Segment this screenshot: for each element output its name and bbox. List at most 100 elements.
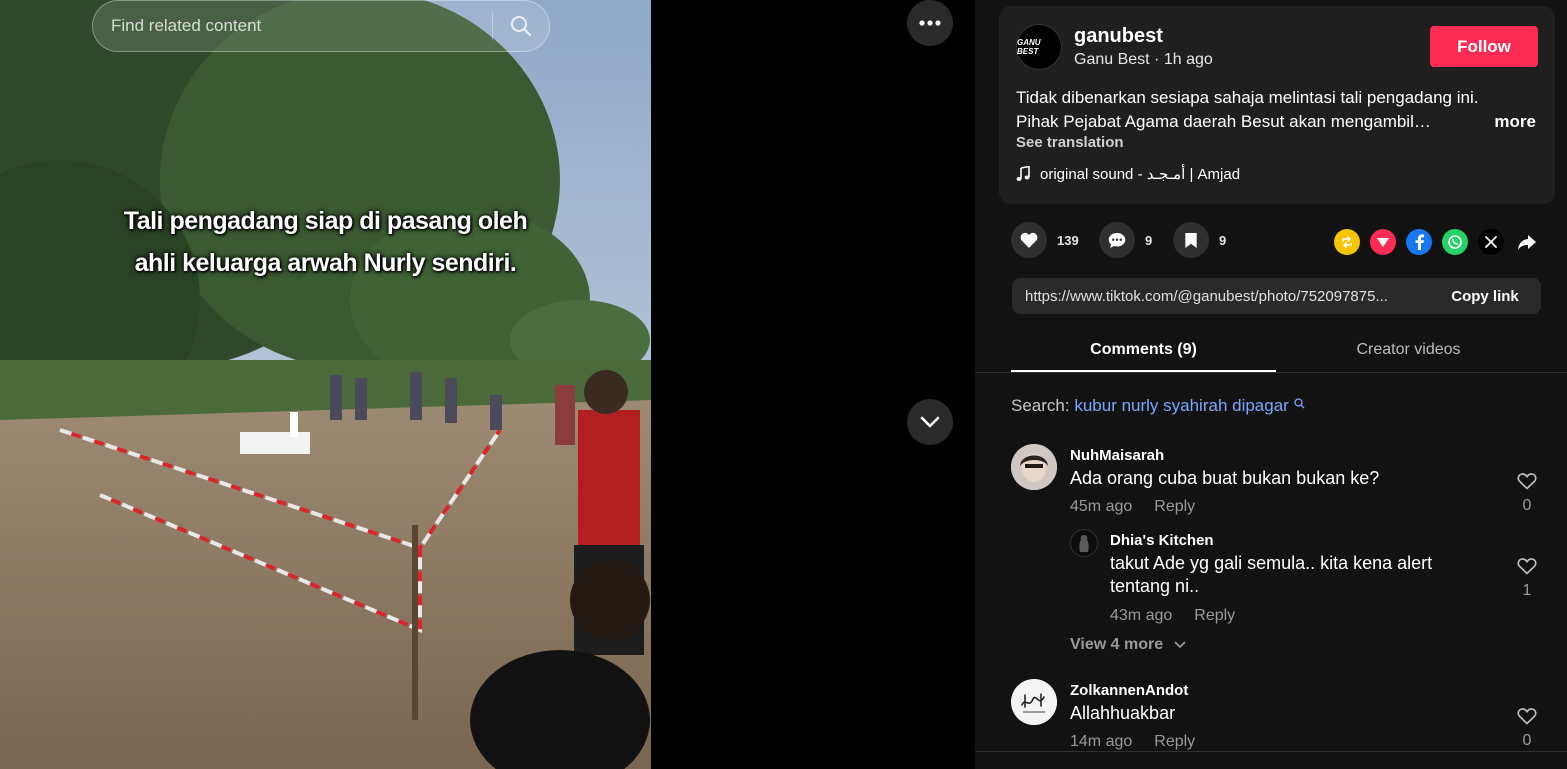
view-more-label: View 4 more <box>1070 636 1164 653</box>
ellipsis-icon <box>919 20 941 26</box>
save-button[interactable] <box>1173 222 1209 258</box>
heart-outline-icon <box>1517 473 1537 490</box>
panel-tabs: Comments (9) Creator videos <box>1011 330 1541 372</box>
author-avatar[interactable]: GANU BEST <box>1016 24 1062 70</box>
save-action[interactable]: 9 <box>1173 222 1226 258</box>
follow-button[interactable]: Follow <box>1430 26 1538 67</box>
search-icon <box>511 16 532 37</box>
sound-name: original sound - أمـجـد | Amjad <box>1040 166 1241 183</box>
copy-link-button[interactable]: Copy link <box>1429 278 1541 314</box>
comment-meta: 14m ago Reply <box>1070 733 1195 751</box>
search-suggestion-prefix: Search: <box>1011 396 1070 415</box>
comment-count: 9 <box>1145 232 1153 248</box>
photo-caption: Tali pengadang siap di pasang oleh ahli … <box>0 200 651 284</box>
share-arrow-icon <box>1518 234 1536 250</box>
comment-like[interactable]: 1 <box>1515 557 1539 600</box>
sound-link[interactable]: original sound - أمـجـد | Amjad <box>1016 165 1240 183</box>
comment-like[interactable]: 0 <box>1515 707 1539 750</box>
repost-icon <box>1342 236 1352 248</box>
description-line-1: Tidak dibenarkan sesiapa sahaja melintas… <box>1016 88 1479 107</box>
search-suggestion-query[interactable]: kubur nurly syahirah dipagar <box>1074 396 1289 415</box>
send-button[interactable] <box>1370 229 1396 255</box>
comment-text-line-1: takut Ade yg gali semula.. kita kena ale… <box>1110 553 1433 573</box>
like-count: 139 <box>1057 232 1079 248</box>
related-content-search[interactable]: Find related content <box>92 0 550 52</box>
like-action[interactable]: 139 <box>1011 222 1079 258</box>
post-info-card: GANU BEST ganubest Ganu Best · 1h ago Fo… <box>999 6 1555 204</box>
comment-bubble-icon <box>1108 232 1126 248</box>
details-panel: GANU BEST ganubest Ganu Best · 1h ago Fo… <box>975 0 1567 769</box>
bookmark-icon <box>1185 232 1197 248</box>
comment-like-count: 1 <box>1522 582 1532 599</box>
whatsapp-share-button[interactable] <box>1442 229 1468 255</box>
search-button[interactable] <box>493 1 549 51</box>
comment-input-divider <box>975 751 1567 752</box>
comment-text: Ada orang cuba buat bukan bukan ke? <box>1070 468 1380 488</box>
commenter-username[interactable]: ZolkannenAndot <box>1070 682 1188 699</box>
comment-like-count: 0 <box>1522 497 1532 514</box>
post-url[interactable]: https://www.tiktok.com/@ganubest/photo/7… <box>1012 288 1429 305</box>
repost-button[interactable] <box>1334 229 1360 255</box>
chevron-down-icon <box>920 416 940 428</box>
search-input[interactable]: Find related content <box>93 16 492 36</box>
send-icon <box>1377 238 1389 247</box>
post-photo[interactable]: Tali pengadang siap di pasang oleh ahli … <box>0 0 651 769</box>
next-post-button[interactable] <box>907 399 953 445</box>
photo-caption-line-2: ahli keluarga arwah Nurly sendiri. <box>134 249 517 277</box>
search-icon <box>1293 398 1305 409</box>
photo-scene <box>0 0 651 769</box>
author-subline: Ganu Best · 1h ago <box>1074 51 1213 68</box>
view-more-replies[interactable]: View 4 more <box>1070 636 1186 654</box>
comment-time: 43m ago <box>1110 607 1173 624</box>
author-username[interactable]: ganubest <box>1074 25 1163 48</box>
comment-button[interactable] <box>1099 222 1135 258</box>
reply-button[interactable]: Reply <box>1194 607 1235 624</box>
media-viewer: Tali pengadang siap di pasang oleh ahli … <box>0 0 975 769</box>
heart-icon <box>1020 232 1038 248</box>
comment-text: Allahhuakbar <box>1070 703 1176 723</box>
comment-action[interactable]: 9 <box>1099 222 1152 258</box>
tiktok-photo-page: Tali pengadang siap di pasang oleh ahli … <box>0 0 1567 769</box>
reply-button[interactable]: Reply <box>1154 733 1195 750</box>
whatsapp-icon <box>1448 235 1462 249</box>
post-description: Tidak dibenarkan sesiapa sahaja melintas… <box>1016 86 1536 134</box>
commenter-avatar[interactable] <box>1070 529 1098 557</box>
comment-like[interactable]: 0 <box>1515 472 1539 515</box>
more-options-button[interactable] <box>907 0 953 46</box>
tab-comments[interactable]: Comments (9) <box>1011 330 1276 372</box>
facebook-icon <box>1415 234 1424 250</box>
comment-meta: 45m ago Reply <box>1070 498 1195 516</box>
commenter-username[interactable]: NuhMaisarah <box>1070 447 1164 464</box>
search-suggestion[interactable]: Search: kubur nurly syahirah dipagar <box>1011 396 1305 416</box>
commenter-avatar[interactable] <box>1011 679 1057 725</box>
commenter-username[interactable]: Dhia's Kitchen <box>1110 532 1214 549</box>
description-line-2: Pihak Pejabat Agama daerah Besut akan me… <box>1016 112 1431 131</box>
share-button[interactable] <box>1514 229 1540 255</box>
save-count: 9 <box>1219 232 1227 248</box>
tab-creator-videos[interactable]: Creator videos <box>1276 330 1541 372</box>
x-share-button[interactable] <box>1478 229 1504 255</box>
comment-time: 14m ago <box>1070 733 1133 750</box>
action-bar: 139 9 9 <box>1011 222 1541 260</box>
calligraphy-logo-icon <box>1011 679 1057 725</box>
comment-text: takut Ade yg gali semula.. kita kena ale… <box>1110 552 1490 598</box>
photo-caption-line-1: Tali pengadang siap di pasang oleh <box>123 207 528 235</box>
heart-outline-icon <box>1517 558 1537 575</box>
comment-like-count: 0 <box>1522 732 1532 749</box>
reply-button[interactable]: Reply <box>1154 498 1195 515</box>
chevron-down-icon <box>1174 641 1185 649</box>
avatar-photo <box>1011 444 1057 490</box>
see-translation-link[interactable]: See translation <box>1016 134 1124 151</box>
tabs-divider <box>975 372 1567 373</box>
description-more-link[interactable]: more <box>1494 110 1536 134</box>
facebook-share-button[interactable] <box>1406 229 1432 255</box>
description-line-2-row: Pihak Pejabat Agama daerah Besut akan me… <box>1016 110 1536 134</box>
heart-outline-icon <box>1517 708 1537 725</box>
music-note-icon <box>1016 166 1030 181</box>
comment-time: 45m ago <box>1070 498 1133 515</box>
comment-meta: 43m ago Reply <box>1110 607 1235 625</box>
commenter-avatar[interactable] <box>1011 444 1057 490</box>
post-link-row: https://www.tiktok.com/@ganubest/photo/7… <box>1012 278 1541 314</box>
like-button[interactable] <box>1011 222 1047 258</box>
comment-text-line-2: tentang ni.. <box>1110 576 1200 596</box>
